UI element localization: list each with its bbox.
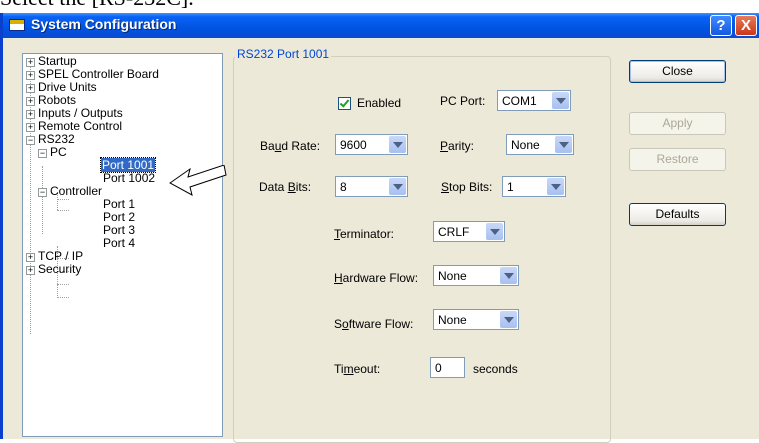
software-flow-label: Software Flow: (334, 317, 414, 331)
expand-remote-icon[interactable]: + (26, 123, 35, 132)
data-bits-select[interactable]: 8 (335, 176, 408, 197)
expand-robots-icon[interactable]: + (26, 97, 35, 106)
chevron-down-icon[interactable] (389, 178, 406, 195)
stop-bits-select[interactable]: 1 (502, 176, 566, 197)
close-window-button[interactable]: X (735, 15, 757, 36)
baud-rate-label: Baud Rate: (260, 139, 321, 153)
stop-bits-label: Stop Bits: (441, 180, 493, 194)
tree-item-spel-controller-board[interactable]: SPEL Controller Board (38, 67, 159, 81)
chevron-down-icon[interactable] (500, 311, 517, 328)
restore-button[interactable]: Restore (629, 148, 726, 171)
help-button[interactable]: ? (710, 15, 732, 36)
tree-item-tcp-ip[interactable]: TCP / IP (38, 249, 83, 263)
tree-item-rs232[interactable]: RS232 (38, 132, 75, 146)
expand-drive-units-icon[interactable]: + (26, 84, 35, 93)
tree-item-controller[interactable]: Controller (50, 184, 102, 198)
defaults-button[interactable]: Defaults (629, 203, 726, 226)
collapse-controller-icon[interactable]: − (38, 188, 47, 197)
expand-io-icon[interactable]: + (26, 110, 35, 119)
annotation-arrow-icon (169, 165, 227, 196)
tree-item-port-4[interactable]: Port 4 (103, 236, 135, 250)
terminator-label: Terminator: (334, 227, 395, 241)
chevron-down-icon[interactable] (552, 92, 569, 109)
window-app-icon (9, 19, 25, 31)
hardware-flow-select[interactable]: None (433, 265, 519, 286)
pc-port-select[interactable]: COM1 (497, 90, 571, 111)
collapse-rs232-icon[interactable]: − (26, 136, 35, 145)
document-caption: Select the [RS-232C]. (0, 0, 194, 11)
chevron-down-icon[interactable] (389, 136, 406, 153)
tree-item-security[interactable]: Security (38, 262, 81, 276)
enabled-checkbox[interactable] (338, 97, 351, 110)
tree-item-port-1001[interactable]: Port 1001 (99, 157, 157, 173)
tree-item-drive-units[interactable]: Drive Units (38, 80, 97, 94)
tree-item-startup[interactable]: Startup (38, 54, 77, 68)
parity-select[interactable]: None (506, 134, 574, 155)
timeout-label: Timeout: (334, 362, 381, 376)
expand-tcpip-icon[interactable]: + (26, 253, 35, 262)
title-bar[interactable]: System Configuration ? X (3, 13, 759, 38)
chevron-down-icon[interactable] (500, 267, 517, 284)
timeout-input[interactable]: 0 (430, 357, 465, 378)
baud-rate-select[interactable]: 9600 (335, 134, 408, 155)
terminator-select[interactable]: CRLF (433, 221, 505, 242)
tree-item-port-2[interactable]: Port 2 (103, 210, 135, 224)
pc-port-label: PC Port: (440, 94, 486, 108)
chevron-down-icon[interactable] (486, 223, 503, 240)
close-button[interactable]: Close (629, 60, 726, 83)
parity-label: Parity: (440, 139, 475, 153)
system-configuration-window: System Configuration ? X + Startup + SPE… (0, 13, 759, 443)
apply-button[interactable]: Apply (629, 112, 726, 135)
timeout-unit-label: seconds (473, 362, 518, 376)
chevron-down-icon[interactable] (555, 136, 572, 153)
tree-item-remote-control[interactable]: Remote Control (38, 119, 122, 133)
collapse-pc-icon[interactable]: − (38, 149, 47, 158)
expand-startup-icon[interactable]: + (26, 58, 35, 67)
tree-item-inputs-outputs[interactable]: Inputs / Outputs (38, 106, 123, 120)
enabled-label: Enabled (357, 96, 402, 110)
data-bits-label: Data Bits: (259, 180, 312, 194)
tree-item-port-1[interactable]: Port 1 (103, 197, 135, 211)
hardware-flow-label: Hardware Flow: (334, 271, 419, 285)
tree-item-pc[interactable]: PC (50, 145, 67, 159)
expand-spel-icon[interactable]: + (26, 71, 35, 80)
tree-item-port-1002[interactable]: Port 1002 (103, 171, 155, 185)
chevron-down-icon[interactable] (547, 178, 564, 195)
configuration-tree[interactable]: + Startup + SPEL Controller Board + Driv… (22, 53, 223, 437)
rs232-port-group (233, 56, 611, 443)
tree-item-robots[interactable]: Robots (38, 93, 76, 107)
expand-security-icon[interactable]: + (26, 266, 35, 275)
group-title: RS232 Port 1001 (235, 47, 332, 61)
software-flow-select[interactable]: None (433, 309, 519, 330)
tree-item-port-3[interactable]: Port 3 (103, 223, 135, 237)
window-title: System Configuration (31, 16, 177, 32)
